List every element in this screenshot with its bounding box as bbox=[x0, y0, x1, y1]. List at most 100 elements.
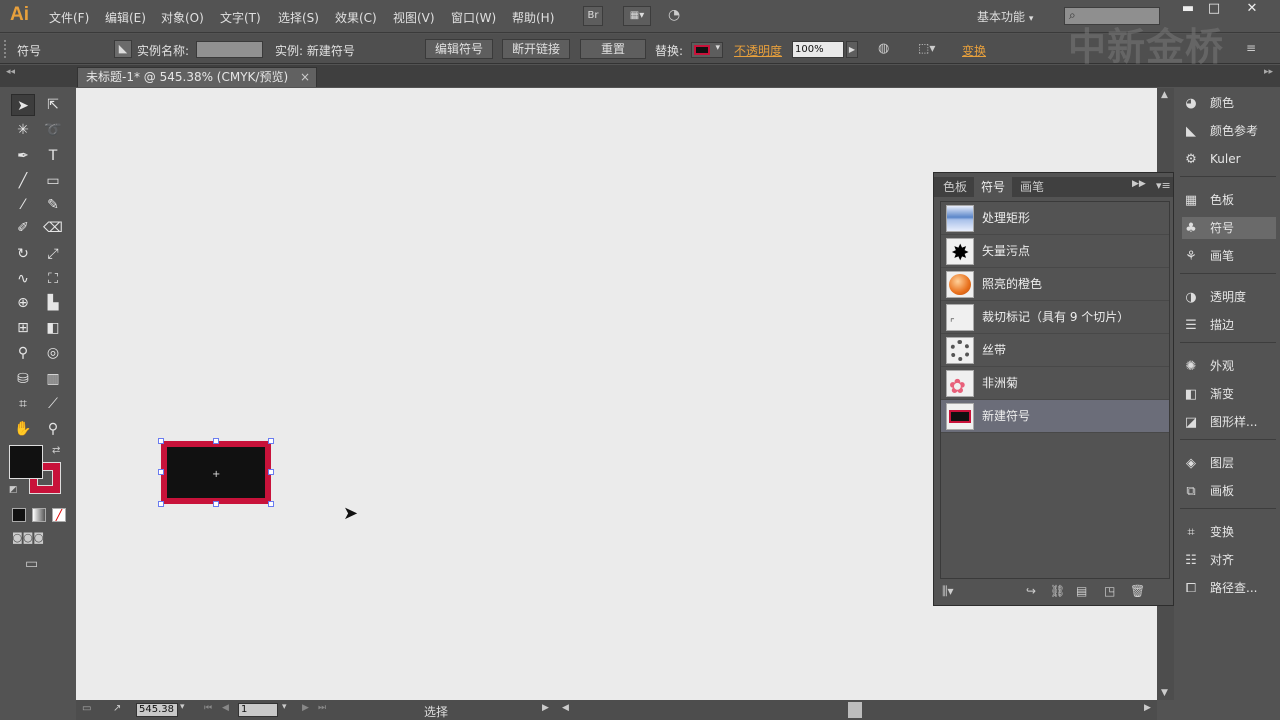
list-item[interactable]: 丝带 bbox=[941, 334, 1169, 367]
collapse-dock-icon[interactable]: ▸▸ bbox=[1264, 67, 1273, 77]
break-link-icon[interactable]: ⛓ bbox=[1050, 584, 1065, 598]
dock-align[interactable]: ☷ 对齐 bbox=[1182, 549, 1276, 571]
grip-handle[interactable] bbox=[4, 40, 8, 58]
gradient-tool-icon[interactable]: ◧ bbox=[41, 317, 65, 339]
align-to-icon[interactable]: ⬚▾ bbox=[918, 41, 942, 57]
opacity-slider-button[interactable]: ▶ bbox=[846, 41, 858, 58]
hand-tool-icon[interactable]: ✋ bbox=[11, 418, 35, 440]
direct-selection-tool-icon[interactable]: ⇱ bbox=[41, 94, 65, 116]
menu-file[interactable]: 文件(F) bbox=[49, 9, 89, 26]
delete-symbol-icon[interactable]: 🗑 bbox=[1130, 584, 1145, 598]
symbol-sprayer-tool-icon[interactable]: ⛁ bbox=[11, 368, 35, 390]
symbol-instance[interactable]: + bbox=[161, 441, 271, 504]
mesh-tool-icon[interactable]: ⊞ bbox=[11, 317, 35, 339]
artboard-dropdown-icon[interactable]: ▾ bbox=[282, 702, 287, 712]
list-item[interactable]: 新建符号 bbox=[941, 400, 1169, 433]
next-artboard-icon[interactable]: ▶ bbox=[302, 703, 309, 713]
pen-tool-icon[interactable]: ✒ bbox=[11, 145, 35, 167]
instance-name-input[interactable] bbox=[196, 41, 263, 58]
artboard-number-input[interactable]: 1 bbox=[238, 703, 278, 717]
zoom-tool-icon[interactable]: ⚲ bbox=[41, 418, 65, 440]
replace-symbol-dropdown[interactable]: ▾ bbox=[691, 42, 723, 58]
menu-help[interactable]: 帮助(H) bbox=[512, 9, 554, 26]
selection-tool-icon[interactable]: ➤ bbox=[11, 94, 35, 116]
fill-color-swatch[interactable] bbox=[9, 445, 43, 479]
column-graph-tool-icon[interactable]: ▥ bbox=[41, 368, 65, 390]
list-item[interactable]: ✿ 非洲菊 bbox=[941, 367, 1169, 400]
dock-pathfinder[interactable]: ⧠ 路径查... bbox=[1182, 577, 1276, 599]
horizontal-scroll-thumb[interactable] bbox=[848, 702, 862, 718]
tab-brushes[interactable]: 画笔 bbox=[1013, 177, 1051, 197]
edit-symbol-button[interactable]: 编辑符号 bbox=[425, 39, 493, 59]
rotate-tool-icon[interactable]: ↻ bbox=[11, 243, 35, 265]
selection-handle-mr[interactable] bbox=[268, 469, 274, 475]
dock-brushes[interactable]: ⚘ 画笔 bbox=[1182, 245, 1276, 267]
break-link-button[interactable]: 断开链接 bbox=[502, 39, 570, 59]
gradient-mode-icon[interactable] bbox=[32, 508, 46, 522]
dock-transparency[interactable]: ◑ 透明度 bbox=[1182, 286, 1276, 308]
scroll-down-icon[interactable]: ▼ bbox=[1161, 688, 1168, 698]
panel-options-icon[interactable]: ▾≡ bbox=[1156, 179, 1171, 192]
collapse-toolbox-icon[interactable]: ◂◂ bbox=[6, 67, 15, 77]
dock-artboards[interactable]: ⧉ 画板 bbox=[1182, 480, 1276, 502]
symbol-options-icon[interactable]: ▤ bbox=[1076, 584, 1087, 598]
scale-tool-icon[interactable]: ⤢ bbox=[41, 243, 65, 265]
zoom-input[interactable]: 545.38 bbox=[136, 703, 178, 717]
pencil-tool-icon[interactable]: ✎ bbox=[41, 194, 65, 216]
drawing-modes-icon[interactable]: ◙◙◙ bbox=[12, 531, 68, 547]
slice-tool-icon[interactable]: ⟋ bbox=[41, 393, 65, 415]
zoom-dropdown-icon[interactable]: ▾ bbox=[180, 702, 185, 712]
document-tab[interactable]: 未标题-1* @ 545.38% (CMYK/预览) × bbox=[77, 67, 317, 87]
dock-symbols[interactable]: ♣ 符号 bbox=[1182, 217, 1276, 239]
prev-artboard-icon[interactable]: ◀ bbox=[222, 703, 229, 713]
perspective-grid-tool-icon[interactable]: ▙ bbox=[41, 292, 65, 314]
artboard-tool-icon[interactable]: ⌗ bbox=[11, 393, 35, 415]
dock-color-guide[interactable]: ◣ 颜色参考 bbox=[1182, 120, 1276, 142]
selection-handle-tl[interactable] bbox=[158, 438, 164, 444]
paintbrush-tool-icon[interactable]: ⁄ bbox=[11, 194, 35, 216]
last-artboard-icon[interactable]: ⏭ bbox=[318, 703, 326, 713]
selection-handle-bm[interactable] bbox=[213, 501, 219, 507]
menu-select[interactable]: 选择(S) bbox=[278, 9, 319, 26]
shape-builder-tool-icon[interactable]: ⊕ bbox=[11, 292, 35, 314]
tab-swatches[interactable]: 色板 bbox=[936, 177, 974, 197]
dock-layers[interactable]: ◈ 图层 bbox=[1182, 452, 1276, 474]
menu-window[interactable]: 窗口(W) bbox=[451, 9, 496, 26]
menu-effect[interactable]: 效果(C) bbox=[335, 9, 377, 26]
scroll-left-icon[interactable]: ◀ bbox=[562, 703, 569, 713]
scroll-right-icon[interactable]: ▶ bbox=[1144, 703, 1151, 713]
free-transform-tool-icon[interactable]: ⛶ bbox=[41, 268, 65, 290]
default-colors-icon[interactable]: ◩ bbox=[9, 485, 18, 495]
new-symbol-icon[interactable]: ◳ bbox=[1104, 584, 1115, 598]
place-symbol-icon[interactable]: ↪ bbox=[1026, 584, 1036, 598]
type-tool-icon[interactable]: T bbox=[41, 145, 65, 167]
tab-symbols[interactable]: 符号 bbox=[974, 177, 1013, 197]
dock-appearance[interactable]: ✺ 外观 bbox=[1182, 355, 1276, 377]
dock-gradient[interactable]: ◧ 渐变 bbox=[1182, 383, 1276, 405]
opacity-link[interactable]: 不透明度 bbox=[734, 42, 782, 59]
none-mode-icon[interactable]: ╱ bbox=[52, 508, 66, 522]
share-icon[interactable]: ↗ bbox=[113, 703, 121, 714]
close-document-icon[interactable]: × bbox=[300, 68, 310, 87]
first-artboard-icon[interactable]: ⏮ bbox=[204, 703, 212, 713]
arrange-documents-button[interactable]: ▦▾ bbox=[623, 6, 651, 26]
scroll-up-icon[interactable]: ▲ bbox=[1161, 90, 1168, 100]
dock-color[interactable]: ◕ 颜色 bbox=[1182, 92, 1276, 114]
transform-link[interactable]: 变换 bbox=[962, 42, 986, 59]
eraser-tool-icon[interactable]: ⌫ bbox=[41, 217, 65, 239]
lasso-tool-icon[interactable]: ➰ bbox=[41, 119, 65, 141]
blob-brush-tool-icon[interactable]: ✐ bbox=[11, 217, 35, 239]
collapse-panel-icon[interactable]: ▶▶ bbox=[1132, 179, 1146, 189]
eyedropper-tool-icon[interactable]: ⚲ bbox=[11, 342, 35, 364]
magic-wand-tool-icon[interactable]: ✳ bbox=[11, 119, 35, 141]
bridge-button[interactable]: Br bbox=[583, 6, 603, 26]
horizontal-scrollbar[interactable]: 选择 ▶ ◀ ▶ bbox=[330, 700, 1157, 720]
warp-tool-icon[interactable]: ∿ bbox=[11, 268, 35, 290]
selection-handle-br[interactable] bbox=[268, 501, 274, 507]
list-item[interactable]: 处理矩形 bbox=[941, 202, 1169, 235]
selection-handle-ml[interactable] bbox=[158, 469, 164, 475]
dock-kuler[interactable]: ⚙ Kuler bbox=[1182, 148, 1276, 170]
symbol-libraries-icon[interactable]: ⫼▾ bbox=[942, 584, 954, 599]
dock-graphic-styles[interactable]: ◪ 图形样... bbox=[1182, 411, 1276, 433]
menu-view[interactable]: 视图(V) bbox=[393, 9, 435, 26]
